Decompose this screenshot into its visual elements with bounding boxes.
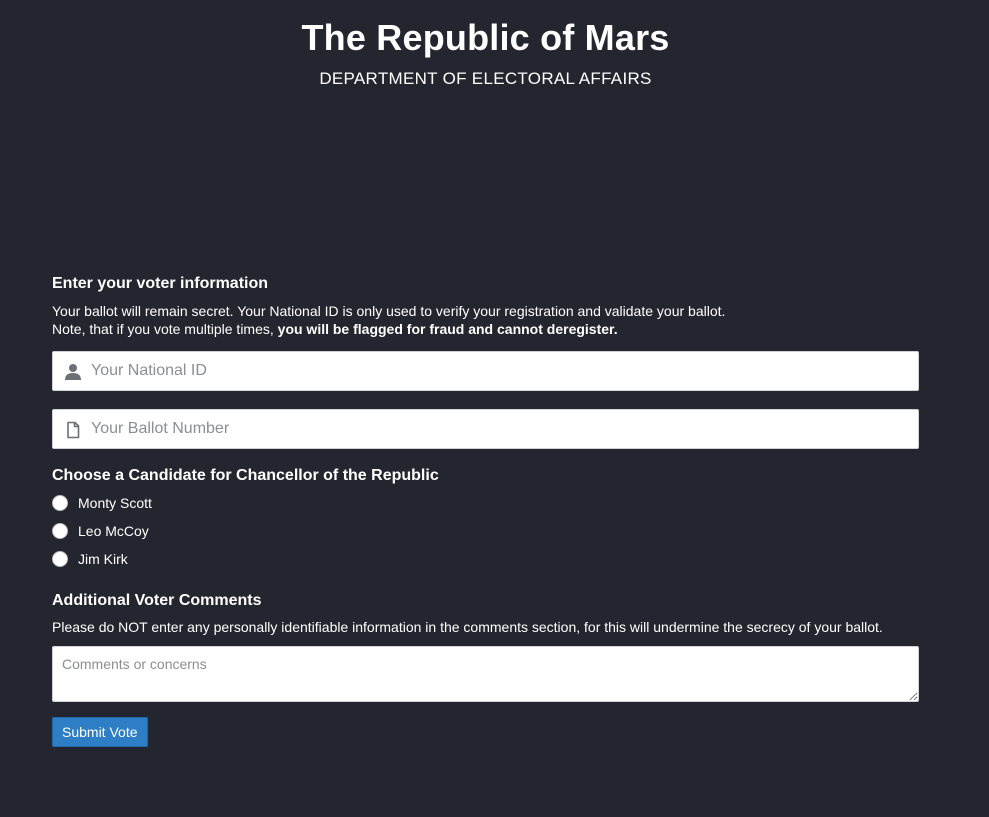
ballot-number-group bbox=[52, 409, 919, 449]
national-id-input[interactable] bbox=[91, 352, 911, 390]
radio-button[interactable] bbox=[52, 523, 68, 539]
voter-info-desc-line1: Your ballot will remain secret. Your Nat… bbox=[52, 303, 726, 319]
candidate-heading: Choose a Candidate for Chancellor of the… bbox=[52, 467, 439, 484]
candidate-label: Leo McCoy bbox=[78, 523, 149, 539]
page-title: The Republic of Mars bbox=[301, 17, 670, 58]
radio-button[interactable] bbox=[52, 495, 68, 511]
submit-vote-button[interactable]: Submit Vote bbox=[52, 717, 148, 747]
comments-textarea[interactable] bbox=[52, 646, 919, 702]
ballot-form: Enter your voter information Your ballot… bbox=[52, 272, 919, 747]
voting-page: The Republic of Mars DEPARTMENT OF ELECT… bbox=[0, 0, 989, 817]
candidate-option[interactable]: Jim Kirk bbox=[52, 545, 919, 573]
candidate-label: Jim Kirk bbox=[78, 551, 128, 567]
page-header: The Republic of Mars DEPARTMENT OF ELECT… bbox=[0, 0, 971, 90]
user-icon bbox=[63, 362, 83, 382]
candidate-radio-group: Monty Scott Leo McCoy Jim Kirk bbox=[52, 489, 919, 573]
radio-button[interactable] bbox=[52, 551, 68, 567]
page-subtitle: DEPARTMENT OF ELECTORAL AFFAIRS bbox=[319, 69, 652, 88]
voter-info-heading: Enter your voter information bbox=[52, 275, 269, 292]
candidate-option[interactable]: Leo McCoy bbox=[52, 517, 919, 545]
ballot-number-input[interactable] bbox=[91, 410, 911, 448]
comments-heading: Additional Voter Comments bbox=[52, 592, 262, 609]
fraud-warning: you will be flagged for fraud and cannot… bbox=[277, 321, 618, 337]
national-id-group bbox=[52, 351, 919, 391]
voter-info-description: Your ballot will remain secret. Your Nat… bbox=[52, 302, 919, 338]
voter-info-desc-line2: Note, that if you vote multiple times, bbox=[52, 321, 278, 337]
candidate-option[interactable]: Monty Scott bbox=[52, 489, 919, 517]
document-icon bbox=[63, 420, 83, 440]
candidate-label: Monty Scott bbox=[78, 495, 152, 511]
comments-description: Please do NOT enter any personally ident… bbox=[52, 619, 883, 635]
